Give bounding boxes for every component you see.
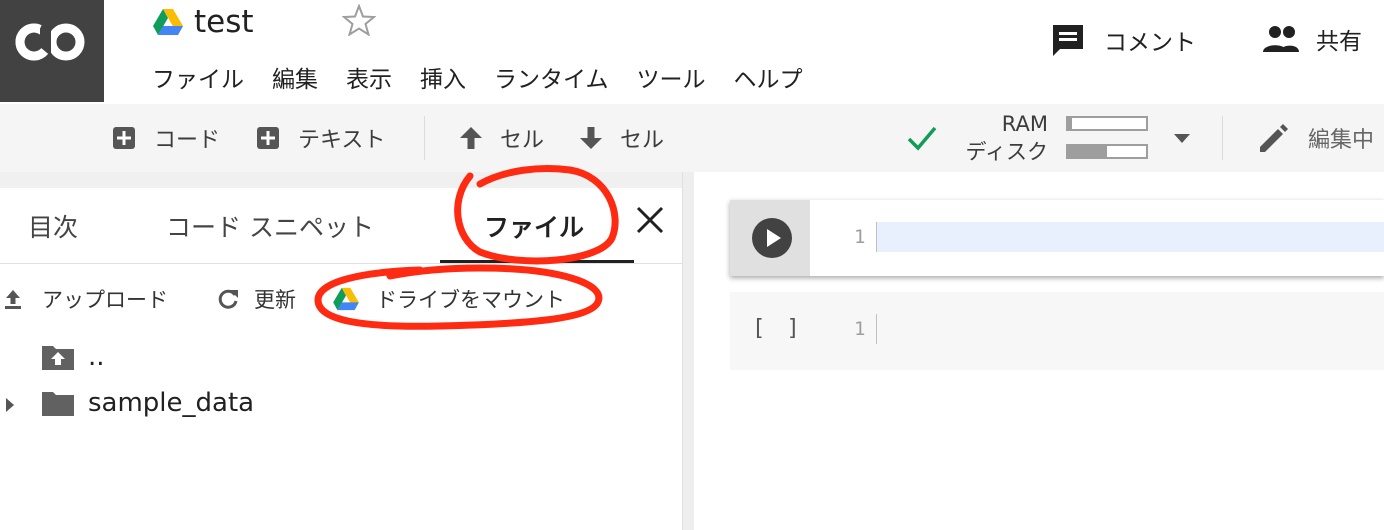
code-editor-line[interactable] xyxy=(876,314,877,344)
comment-button[interactable]: コメント xyxy=(1050,22,1196,58)
add-text-button[interactable]: テキスト xyxy=(256,104,385,172)
execution-count: [ ] xyxy=(752,316,804,341)
file-tree-item-folder[interactable]: sample_data xyxy=(40,388,254,418)
line-number: 1 xyxy=(854,318,866,340)
move-cell-up-label: セル xyxy=(500,128,545,153)
people-icon xyxy=(1263,26,1299,52)
co-logo-icon xyxy=(15,23,85,61)
upload-icon xyxy=(5,290,21,309)
tab-rule xyxy=(0,263,682,264)
play-icon xyxy=(767,229,781,247)
resource-labels[interactable]: RAM ディスク xyxy=(950,110,1048,166)
move-cell-down-button[interactable]: セル xyxy=(578,104,664,172)
active-tab-indicator xyxy=(440,260,634,263)
add-code-button[interactable]: コード xyxy=(112,104,220,172)
menu-view[interactable]: 表示 xyxy=(346,60,392,94)
menu-tools[interactable]: ツール xyxy=(637,60,706,94)
tab-code-snippets[interactable]: コード スニペット xyxy=(166,208,374,244)
menu-help[interactable]: ヘルプ xyxy=(734,60,803,94)
pencil-icon xyxy=(1260,124,1288,152)
tab-files[interactable]: ファイル xyxy=(484,208,584,244)
ram-usage-fill xyxy=(1068,118,1072,129)
edit-mode-button[interactable]: 編集中 xyxy=(1256,104,1374,172)
upload-button[interactable]: アップロード xyxy=(2,284,168,314)
menu-bar: ファイル 編集 表示 挿入 ランタイム ツール ヘルプ xyxy=(152,60,831,94)
plus-box-icon xyxy=(257,127,279,149)
line-number: 1 xyxy=(854,226,866,248)
menu-insert[interactable]: 挿入 xyxy=(420,60,466,94)
edit-mode-label: 編集中 xyxy=(1308,128,1375,153)
toolbar: コード テキスト セル セル RAM ディスク 編集中 xyxy=(0,104,1384,172)
cell-gutter xyxy=(730,200,810,276)
comment-label: コメント xyxy=(1104,30,1196,56)
close-icon[interactable] xyxy=(634,204,666,236)
expand-arrow-icon[interactable] xyxy=(4,396,16,414)
refresh-label: 更新 xyxy=(254,288,296,312)
arrow-down-icon xyxy=(580,127,602,149)
folder-up-icon xyxy=(42,346,74,370)
code-cell-focused[interactable]: 1 xyxy=(730,200,1384,276)
arrow-up-icon xyxy=(460,127,482,149)
code-editor-line[interactable] xyxy=(876,222,1384,252)
comment-icon xyxy=(1053,25,1083,56)
check-icon xyxy=(907,126,937,151)
run-cell-button[interactable] xyxy=(752,218,792,258)
toolbar-divider xyxy=(1222,116,1223,160)
disk-usage-bar xyxy=(1066,144,1148,159)
file-tree-label: .. xyxy=(88,342,105,372)
add-code-label: コード xyxy=(154,128,221,153)
notebook-title[interactable]: test xyxy=(194,4,254,40)
refresh-button[interactable]: 更新 xyxy=(216,284,296,314)
upload-label: アップロード xyxy=(42,288,168,312)
move-cell-down-label: セル xyxy=(620,128,665,153)
file-tree-item-parent[interactable]: .. xyxy=(40,342,105,372)
menu-edit[interactable]: 編集 xyxy=(272,60,318,94)
add-text-label: テキスト xyxy=(298,128,386,153)
dropdown-arrow-icon[interactable] xyxy=(1172,132,1192,144)
disk-label: ディスク xyxy=(965,140,1048,164)
menu-file[interactable]: ファイル xyxy=(152,60,244,94)
notebook-area: 1 [ ] 1 xyxy=(694,172,1384,530)
tab-toc[interactable]: 目次 xyxy=(28,208,78,244)
move-cell-up-button[interactable]: セル xyxy=(458,104,544,172)
disk-usage-fill xyxy=(1068,146,1107,157)
ram-label: RAM xyxy=(1001,112,1048,136)
menu-runtime[interactable]: ランタイム xyxy=(494,60,609,94)
side-panel: 目次 コード スニペット ファイル アップロード 更新 ドライブをマウント ..… xyxy=(0,188,682,530)
plus-box-icon xyxy=(113,127,135,149)
colab-logo[interactable] xyxy=(0,0,104,102)
google-drive-icon xyxy=(153,9,183,35)
file-tree-label: sample_data xyxy=(88,388,255,418)
mount-drive-button[interactable]: ドライブをマウント xyxy=(332,284,565,314)
code-cell[interactable]: [ ] 1 xyxy=(730,292,1384,370)
mount-drive-label: ドライブをマウント xyxy=(376,288,565,312)
share-label: 共有 xyxy=(1316,29,1362,55)
share-button[interactable]: 共有 xyxy=(1262,22,1362,56)
refresh-icon xyxy=(218,289,238,309)
toolbar-divider xyxy=(424,116,425,160)
ram-usage-bar xyxy=(1066,116,1148,131)
star-icon[interactable] xyxy=(342,4,376,36)
header: test ファイル 編集 表示 挿入 ランタイム ツール ヘルプ コメント 共有 xyxy=(0,0,1384,104)
panel-resize-handle[interactable] xyxy=(682,172,694,530)
google-drive-icon xyxy=(333,287,359,311)
folder-icon xyxy=(42,392,74,416)
